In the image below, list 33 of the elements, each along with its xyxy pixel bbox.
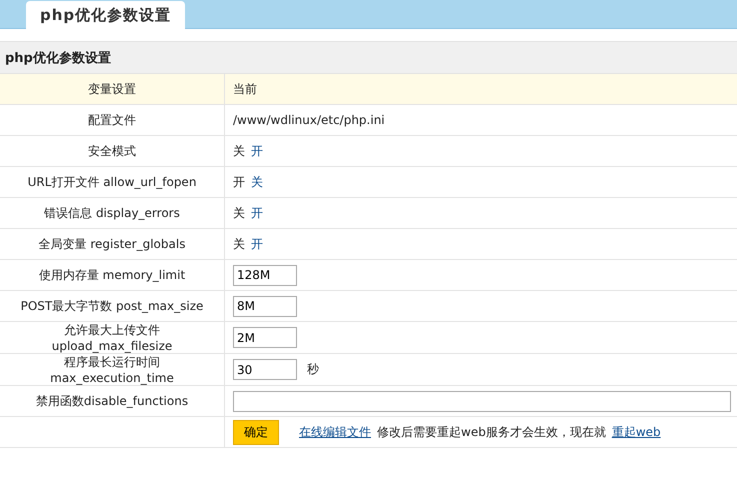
setting-label: URL打开文件 allow_url_fopen [28,174,196,190]
toggle-link[interactable]: 关 [251,174,263,190]
setting-label: 全局变量 register_globals [38,236,186,252]
setting-label: 程序最长运行时间 max_execution_time [49,354,175,385]
setting-label: 错误信息 display_errors [44,204,180,222]
setting-label: 允许最大上传文件 upload_max_filesize [50,322,174,353]
setting-label: 使用内存量 memory_limit [38,266,186,284]
unit-label: 秒 [307,361,319,378]
column-header: 当前 [233,80,257,98]
setting-label: 配置文件 [88,112,136,128]
input-field[interactable]: 2M [233,327,297,348]
setting-value: /www/wdlinux/etc/php.ini [233,113,385,127]
setting-label: POST最大字节数 post_max_size [20,298,204,314]
toggle-link[interactable]: 开 [251,142,263,160]
current-state: 开 [233,174,245,190]
setting-label: 安全模式 [88,142,136,160]
column-header: 变量设置 [88,80,136,98]
edit-file-link[interactable]: 在线编辑文件 [299,424,371,440]
input-field[interactable]: 128M [233,264,297,286]
note-text: 修改后需要重起web服务才会生效，现在就 [377,424,606,440]
setting-label: 禁用函数disable_functions [36,392,188,410]
input-field[interactable]: 30 [233,359,297,380]
section-title: php优化参数设置 [5,50,111,66]
tab[interactable]: php优化参数设置 [26,1,186,29]
current-state: 关 [233,142,245,160]
input-field[interactable] [233,390,731,412]
restart-link[interactable]: 重起web [612,424,661,440]
input-field[interactable]: 8M [233,296,297,316]
toggle-link[interactable]: 开 [251,204,263,222]
current-state: 关 [233,236,245,252]
current-state: 关 [233,204,245,222]
toggle-link[interactable]: 开 [251,236,263,252]
confirm-button[interactable]: 确定 [233,420,279,444]
